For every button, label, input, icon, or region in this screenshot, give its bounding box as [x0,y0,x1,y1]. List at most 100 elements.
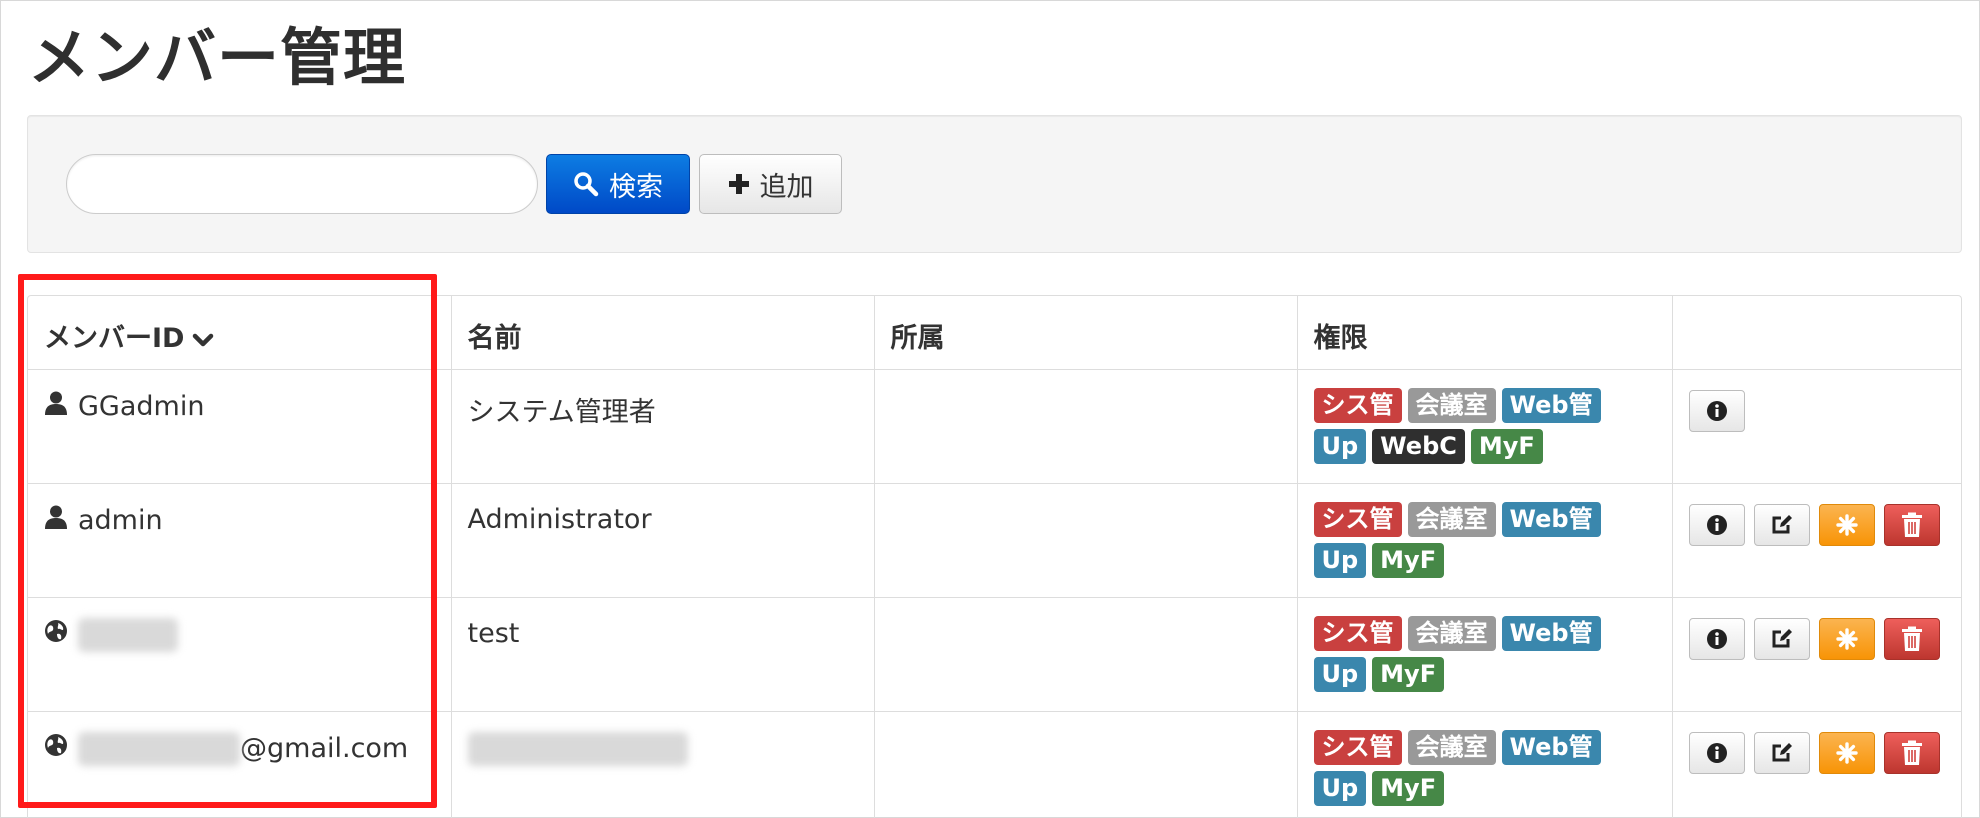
asterisk-icon [1835,513,1859,537]
role-badge: Up [1313,770,1367,806]
chevron-down-icon [193,333,214,346]
info-button[interactable] [1688,503,1745,546]
affiliation-cell [873,482,1297,597]
globe-icon [44,733,68,764]
reset-button[interactable] [1818,731,1875,774]
role-badge: WebC [1372,428,1465,464]
info-icon [1706,628,1728,650]
edit-button[interactable] [1753,731,1810,774]
column-header-affiliation: 所属 [873,296,1297,369]
actions-cell [1671,710,1961,818]
info-icon [1706,742,1728,764]
members-table: メンバーID 名前 所属 権限 GGadmin システム管理者 シス管 会議室 Web管… [27,295,1962,818]
table-row: admin Administrator シス管 会議室 Web管 Up MyF [28,482,1961,597]
member-id-cell: GGadmin [28,368,451,483]
column-header-name: 名前 [450,296,874,369]
column-header-roles: 権限 [1296,296,1672,369]
delete-button[interactable] [1883,503,1940,546]
role-badge: Web管 [1501,615,1601,651]
role-badge: MyF [1372,542,1445,578]
info-button[interactable] [1688,731,1745,774]
column-header-actions [1671,296,1961,369]
reset-button[interactable] [1818,617,1875,660]
role-badge: シス管 [1313,615,1402,651]
member-id: admin [78,504,163,536]
asterisk-icon [1835,741,1859,765]
member-name-cell [450,710,874,818]
add-button[interactable]: 追加 [699,154,842,214]
member-name: Administrator [467,503,652,535]
trash-icon [1901,626,1923,652]
member-id-cell: admin [28,482,451,597]
page-title: メンバー管理 [28,21,407,94]
add-button-label: 追加 [759,171,814,203]
member-name-cell: test [450,596,874,711]
search-input[interactable] [66,154,538,214]
actions-cell [1671,596,1961,711]
user-icon [44,390,68,423]
role-badge: MyF [1470,428,1543,464]
column-header-member-id[interactable]: メンバーID [28,296,451,369]
edit-icon [1770,513,1794,537]
info-icon [1706,514,1728,536]
roles-cell: シス管 会議室 Web管 Up WebC MyF [1296,368,1672,483]
table-row: GGadmin システム管理者 シス管 会議室 Web管 Up WebC MyF [28,368,1961,483]
roles-cell: シス管 会議室 Web管 Up MyF [1296,482,1672,597]
edit-icon [1770,741,1794,765]
user-icon [44,504,68,537]
member-id-domain: @gmail.com [240,733,409,764]
affiliation-cell [873,368,1297,483]
role-badge: シス管 [1313,729,1402,765]
affiliation-cell [873,710,1297,818]
info-icon [1706,400,1728,422]
actions-cell [1671,368,1961,483]
table-row: test シス管 会議室 Web管 Up MyF [28,596,1961,711]
reset-button[interactable] [1818,503,1875,546]
trash-icon [1901,512,1923,538]
search-button-label: 検索 [609,171,663,203]
column-header-label: メンバーID [44,323,185,354]
affiliation-cell [873,596,1297,711]
role-badge: Web管 [1501,501,1601,537]
search-icon [574,172,599,197]
member-id: GGadmin [78,390,205,422]
role-badge: MyF [1372,656,1445,692]
role-badge: シス管 [1313,501,1402,537]
role-badge: Web管 [1501,387,1601,423]
member-id-cell [28,596,451,711]
roles-cell: シス管 会議室 Web管 Up MyF [1296,710,1672,818]
role-badge: Web管 [1501,729,1601,765]
role-badge: MyF [1372,770,1445,806]
search-button[interactable]: 検索 [546,154,690,214]
role-badge: 会議室 [1407,501,1496,537]
role-badge: Up [1313,542,1367,578]
member-name: test [467,617,520,649]
redacted-member-id [78,731,240,766]
redacted-member-id [78,617,178,652]
info-button[interactable] [1688,617,1745,660]
redacted-member-name [467,731,688,766]
trash-icon [1901,740,1923,766]
info-button[interactable] [1688,389,1745,432]
member-name-cell: Administrator [450,482,874,597]
member-id-cell: @gmail.com [28,710,451,818]
asterisk-icon [1835,627,1859,651]
globe-icon [44,619,68,650]
actions-cell [1671,482,1961,597]
edit-icon [1770,627,1794,651]
roles-cell: シス管 会議室 Web管 Up MyF [1296,596,1672,711]
member-name: システム管理者 [467,396,656,428]
role-badge: Up [1313,656,1367,692]
edit-button[interactable] [1753,617,1810,660]
table-header-row: メンバーID 名前 所属 権限 [28,296,1961,369]
delete-button[interactable] [1883,617,1940,660]
role-badge: 会議室 [1407,729,1496,765]
delete-button[interactable] [1883,731,1940,774]
role-badge: Up [1313,428,1367,464]
edit-button[interactable] [1753,503,1810,546]
plus-icon [728,174,749,194]
role-badge: シス管 [1313,387,1402,423]
role-badge: 会議室 [1407,615,1496,651]
member-name-cell: システム管理者 [450,368,874,483]
role-badge: 会議室 [1407,387,1496,423]
